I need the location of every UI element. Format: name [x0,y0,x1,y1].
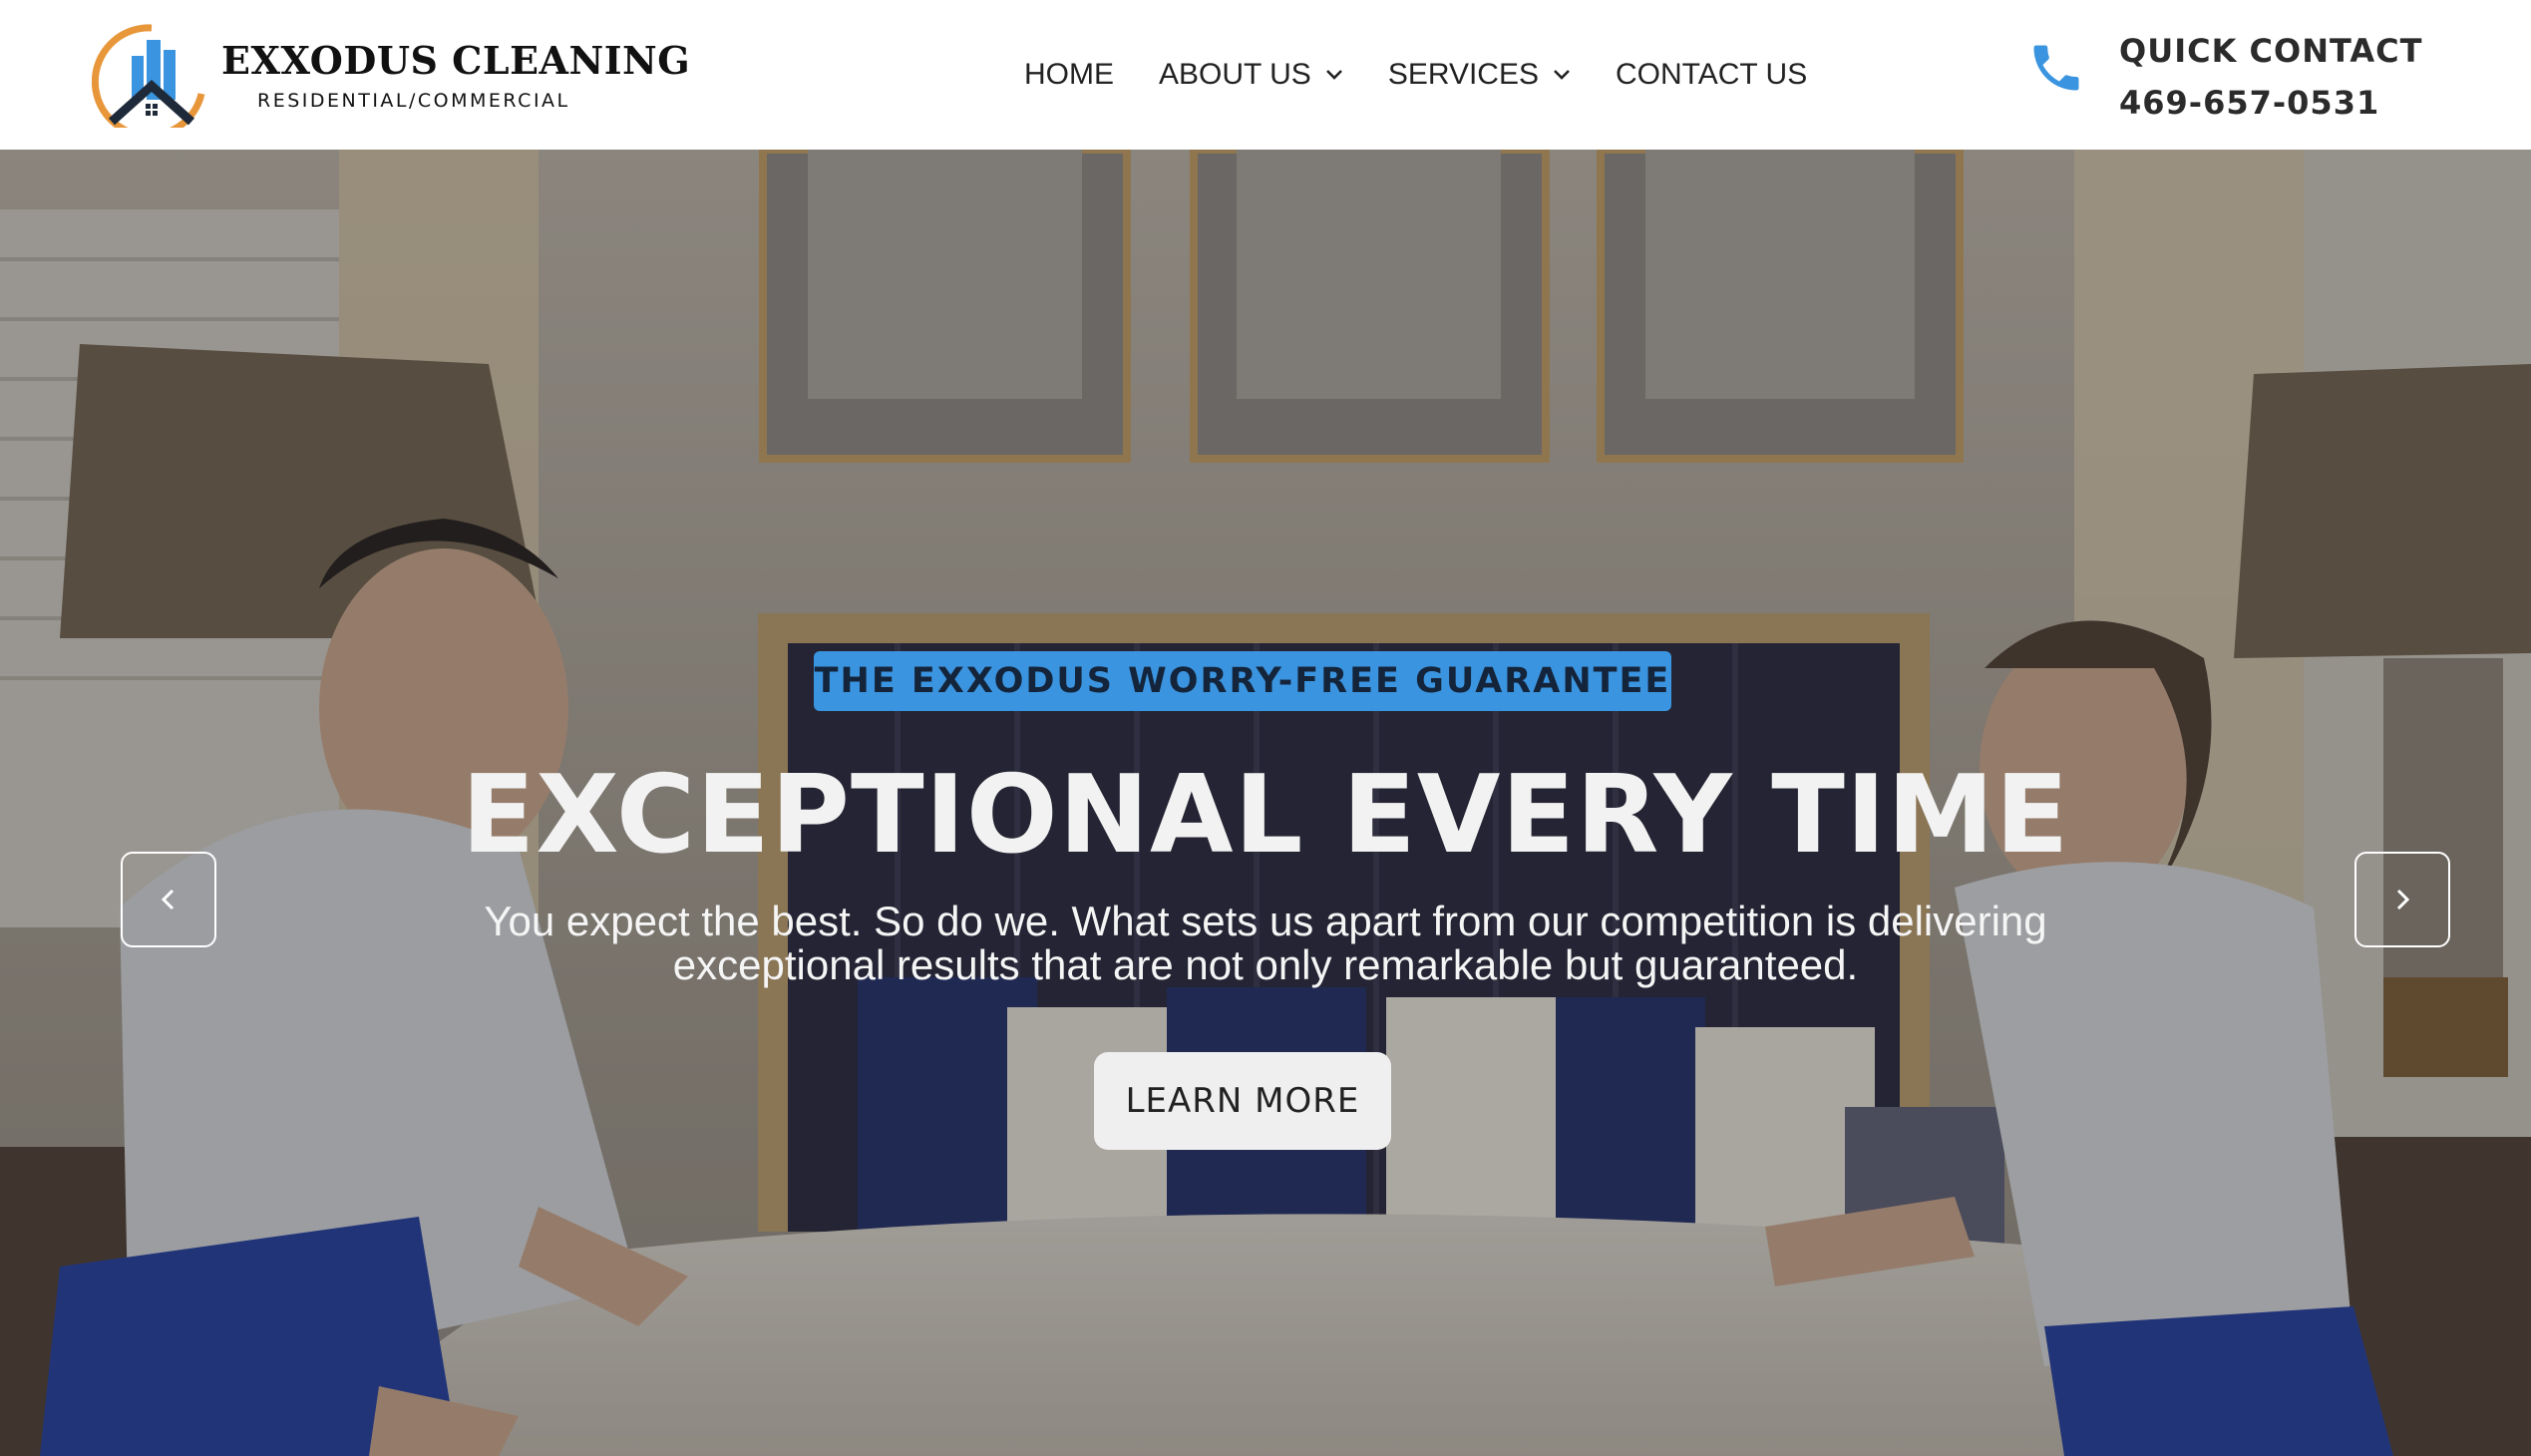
nav-label: CONTACT US [1615,58,1808,91]
slider-next-button[interactable] [2354,852,2450,947]
nav-label: HOME [1024,58,1114,91]
phone-icon[interactable] [2026,38,2086,98]
nav-item-home[interactable]: HOME [1024,58,1114,92]
quick-contact-phone[interactable]: 469-657-0531 [2119,84,2379,122]
learn-more-button[interactable]: LEARN MORE [1094,1052,1391,1150]
guarantee-badge: THE EXXODUS WORRY-FREE GUARANTEE [814,651,1671,711]
logo-tagline: RESIDENTIAL/COMMERCIAL [257,90,570,112]
chevron-down-icon [1325,70,1342,80]
logo-name: EXXODUS CLEANING [221,38,691,83]
site-logo[interactable]: EXXODUS CLEANING RESIDENTIAL/COMMERCIAL [92,20,690,130]
quick-contact-label: QUICK CONTACT [2119,32,2423,70]
nav-item-contact-us[interactable]: CONTACT US [1616,58,1807,92]
main-nav: HOME ABOUT US SERVICES CONTACT US [1024,52,1807,98]
chevron-right-icon [2396,889,2410,910]
chevron-down-icon [1554,70,1570,80]
nav-item-about-us[interactable]: ABOUT US [1159,58,1343,92]
hero-subtext: You expect the best. So do we. What sets… [484,898,2047,988]
logo-mark-icon [92,24,205,128]
nav-label: SERVICES [1387,58,1539,91]
site-header: EXXODUS CLEANING RESIDENTIAL/COMMERCIAL … [0,0,2531,150]
chevron-left-icon [161,889,175,910]
nav-item-services[interactable]: SERVICES [1388,58,1571,92]
hero-slider: THE EXXODUS WORRY-FREE GUARANTEE EXCEPTI… [0,150,2531,1456]
hero-headline: EXCEPTIONAL EVERY TIME [461,753,2070,878]
slider-prev-button[interactable] [121,852,216,947]
nav-label: ABOUT US [1159,58,1311,91]
